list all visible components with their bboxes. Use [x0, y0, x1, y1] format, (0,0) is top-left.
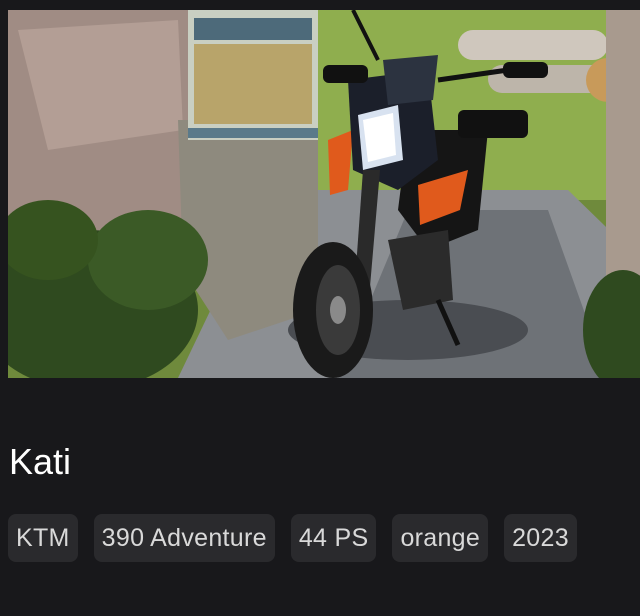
tag-year[interactable]: 2023	[504, 514, 577, 562]
vehicle-name: Kati	[9, 441, 72, 482]
tag-brand[interactable]: KTM	[8, 514, 78, 562]
top-bar	[0, 0, 640, 10]
tag-color[interactable]: orange	[392, 514, 489, 562]
vehicle-tags: KTM 390 Adventure 44 PS orange 2023	[8, 514, 577, 562]
photo-illustration	[8, 10, 640, 378]
motorcycle-photo[interactable]	[8, 10, 640, 378]
tag-model[interactable]: 390 Adventure	[93, 514, 275, 562]
tag-power[interactable]: 44 PS	[290, 514, 377, 562]
